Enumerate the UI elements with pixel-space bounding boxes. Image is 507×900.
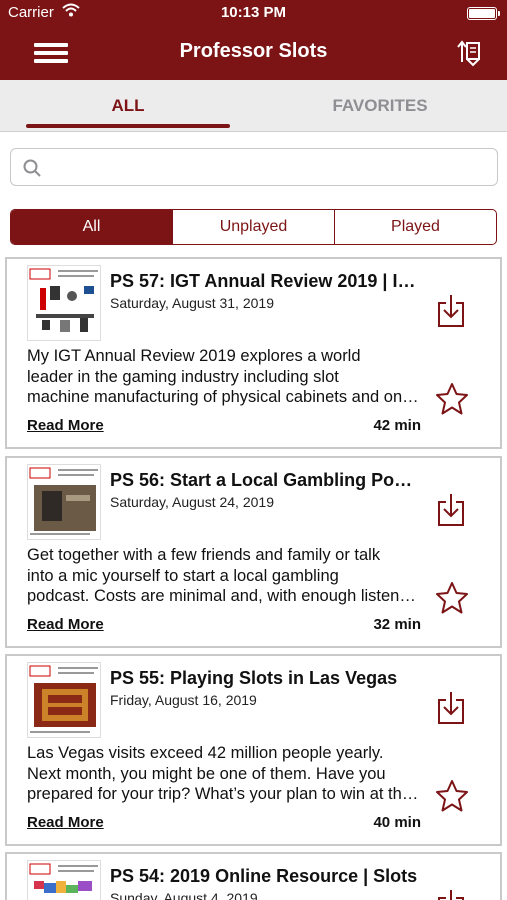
- filter-unplayed[interactable]: Unplayed: [172, 210, 334, 244]
- tab-favorites[interactable]: FAVORITES: [278, 80, 482, 132]
- read-more-link[interactable]: Read More: [27, 417, 104, 434]
- search-input[interactable]: [51, 155, 481, 181]
- favorite-star-icon[interactable]: [435, 581, 469, 615]
- episode-card[interactable]: PS 55: Playing Slots in Las Vegas Friday…: [5, 654, 502, 846]
- search-bar[interactable]: [10, 148, 498, 186]
- episode-title: PS 54: 2019 Online Resource | Slots: [110, 866, 418, 886]
- description-line: My IGT Annual Review 2019 explores a wor…: [27, 347, 361, 365]
- episode-date: Sunday, August 4, 2019: [110, 890, 258, 900]
- episode-artwork: [27, 265, 101, 341]
- search-icon: [23, 159, 41, 182]
- page-title: Professor Slots: [179, 40, 328, 62]
- download-icon[interactable]: [436, 293, 466, 329]
- episode-artwork: [27, 464, 101, 540]
- episode-title: PS 56: Start a Local Gambling Podcast: [110, 470, 420, 490]
- favorite-star-icon[interactable]: [435, 779, 469, 813]
- episode-date: Saturday, August 31, 2019: [110, 295, 274, 311]
- episode-artwork: [27, 662, 101, 738]
- episode-date: Friday, August 16, 2019: [110, 692, 257, 708]
- filter-played[interactable]: Played: [334, 210, 496, 244]
- episode-card[interactable]: PS 54: 2019 Online Resource | Slots Sund…: [5, 852, 502, 900]
- description-line: prepared for your trip? What’s your plan…: [27, 785, 422, 803]
- tab-bar: ALL FAVORITES: [0, 80, 507, 132]
- description-line: into a mic yourself to start a local gam…: [27, 566, 339, 585]
- battery-icon: [467, 7, 500, 20]
- read-more-link[interactable]: Read More: [27, 616, 104, 633]
- episode-duration: 42 min: [373, 417, 421, 434]
- sort-icon[interactable]: [453, 38, 483, 68]
- episode-duration: 40 min: [373, 814, 421, 831]
- download-icon[interactable]: [436, 888, 466, 900]
- filter-segmented-control: All Unplayed Played: [10, 209, 497, 245]
- episode-artwork: [27, 860, 101, 900]
- episode-description: My IGT Annual Review 2019 explores a wor…: [27, 346, 422, 408]
- download-icon[interactable]: [436, 492, 466, 528]
- episode-title: PS 57: IGT Annual Review 2019 | IGT Slot…: [110, 271, 420, 291]
- description-line: machine manufacturing of physical cabine…: [27, 388, 422, 406]
- filter-all[interactable]: All: [11, 210, 172, 244]
- description-line: Get together with a few friends and fami…: [27, 546, 381, 564]
- status-time: 10:13 PM: [220, 4, 287, 21]
- episode-title: PS 55: Playing Slots in Las Vegas: [110, 668, 398, 688]
- description-line: Next month, you might be one of them. Ha…: [27, 764, 386, 783]
- episode-date: Saturday, August 24, 2019: [110, 494, 274, 510]
- status-bar: Carrier 10:13 PM: [0, 0, 507, 26]
- description-line: leader in the gaming industry including …: [27, 367, 339, 386]
- episode-description: Las Vegas visits exceed 42 million peopl…: [27, 743, 422, 805]
- read-more-link[interactable]: Read More: [27, 814, 104, 831]
- description-line: podcast. Costs are minimal and, with eno…: [27, 587, 422, 605]
- description-line: Las Vegas visits exceed 42 million peopl…: [27, 744, 384, 762]
- episode-card[interactable]: PS 56: Start a Local Gambling Podcast Sa…: [5, 456, 502, 648]
- nav-bar: Professor Slots: [0, 26, 507, 80]
- episode-duration: 32 min: [373, 616, 421, 633]
- active-tab-indicator: [26, 124, 230, 128]
- download-icon[interactable]: [436, 690, 466, 726]
- episode-description: Get together with a few friends and fami…: [27, 545, 422, 607]
- favorite-star-icon[interactable]: [435, 382, 469, 416]
- episode-card[interactable]: PS 57: IGT Annual Review 2019 | IGT Slot…: [5, 257, 502, 449]
